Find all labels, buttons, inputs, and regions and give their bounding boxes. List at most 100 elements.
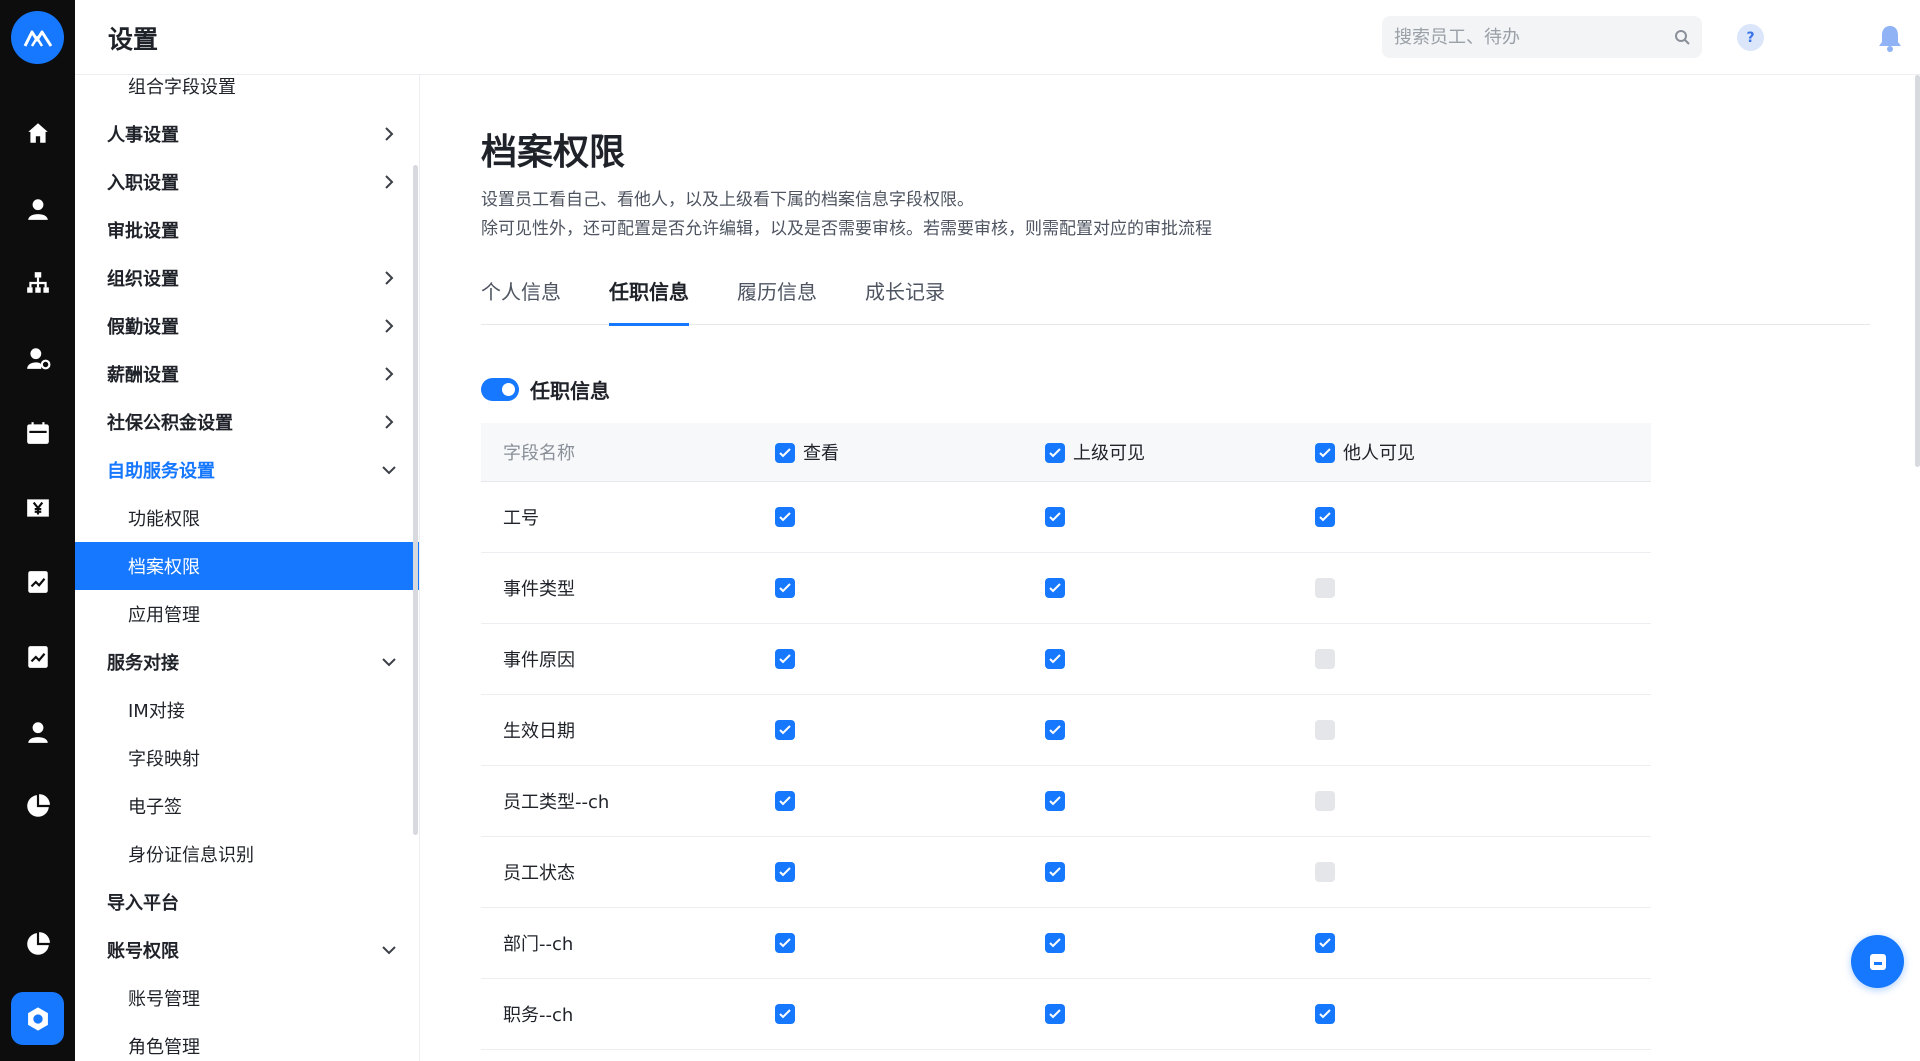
search-icon[interactable] — [1674, 29, 1690, 45]
tab-personal-info[interactable]: 个人信息 — [481, 271, 561, 325]
checkbox-others[interactable] — [1315, 720, 1335, 740]
sidebar-item[interactable]: 自助服务设置 — [75, 446, 419, 494]
tab-bar: 个人信息 任职信息 履历信息 成长记录 — [481, 271, 1870, 326]
header-checkbox-others[interactable] — [1315, 443, 1335, 463]
sidebar-item[interactable]: 人事设置 — [75, 110, 419, 158]
sidebar-item[interactable]: 薪酬设置 — [75, 350, 419, 398]
checkbox-others[interactable] — [1315, 1004, 1335, 1024]
yen-icon[interactable] — [22, 492, 53, 523]
sidebar-item[interactable]: 审批设置 — [75, 206, 419, 254]
sidebar-item-label: 自助服务设置 — [107, 461, 215, 482]
pie-chart-2-icon[interactable] — [22, 928, 53, 959]
chevron-right-icon[interactable] — [380, 269, 398, 287]
main-scrollbar[interactable] — [1915, 75, 1920, 467]
checkbox-view[interactable] — [775, 1004, 795, 1024]
sidebar-item[interactable]: IM对接 — [75, 686, 419, 734]
sidebar-item-label: 入职设置 — [107, 173, 179, 194]
field-name: 员工状态 — [503, 863, 575, 884]
sidebar-item-label: 身份证信息识别 — [128, 845, 254, 866]
sidebar-item[interactable]: 档案权限 — [75, 542, 419, 590]
tab-employment-info[interactable]: 任职信息 — [609, 271, 689, 326]
checkbox-manager[interactable] — [1045, 720, 1065, 740]
home-icon[interactable] — [22, 117, 53, 148]
header-checkbox-manager[interactable] — [1045, 443, 1065, 463]
chevron-down-icon[interactable] — [380, 941, 398, 959]
checkbox-view[interactable] — [775, 862, 795, 882]
field-name: 事件类型 — [503, 579, 575, 600]
sidebar-item-label: 组织设置 — [107, 269, 179, 290]
checkbox-others[interactable] — [1315, 578, 1335, 598]
chevron-right-icon[interactable] — [380, 413, 398, 431]
employee-icon[interactable] — [22, 716, 53, 747]
sidebar-item[interactable]: 身份证信息识别 — [75, 830, 419, 878]
section-toggle[interactable] — [481, 378, 519, 401]
tab-resume-info[interactable]: 履历信息 — [737, 271, 817, 325]
sidebar-item[interactable]: 角色管理 — [75, 1022, 419, 1061]
checkbox-others[interactable] — [1315, 649, 1335, 669]
sidebar-item-label: 导入平台 — [107, 893, 179, 914]
table-row: 部门--ch — [481, 908, 1651, 979]
chevron-down-icon[interactable] — [380, 461, 398, 479]
checkbox-view[interactable] — [775, 507, 795, 527]
tab-growth-record[interactable]: 成长记录 — [865, 271, 945, 325]
sidebar-item[interactable]: 功能权限 — [75, 494, 419, 542]
bell-icon[interactable] — [1877, 24, 1903, 52]
report-icon[interactable] — [22, 566, 53, 597]
checkbox-manager[interactable] — [1045, 862, 1065, 882]
calendar-icon[interactable] — [22, 417, 53, 448]
sidebar-item[interactable]: 账号权限 — [75, 926, 419, 974]
table-row: 工号 — [481, 482, 1651, 553]
chevron-right-icon[interactable] — [380, 365, 398, 383]
help-icon[interactable]: ? — [1737, 24, 1764, 51]
chevron-down-icon[interactable] — [380, 653, 398, 671]
header-checkbox-view[interactable] — [775, 443, 795, 463]
person-icon[interactable] — [22, 193, 53, 224]
chevron-right-icon[interactable] — [380, 173, 398, 191]
sidebar-item[interactable]: 导入平台 — [75, 878, 419, 926]
app-logo-icon[interactable] — [11, 11, 64, 64]
sidebar-item[interactable]: 字段映射 — [75, 734, 419, 782]
checkbox-others[interactable] — [1315, 507, 1335, 527]
checkbox-manager[interactable] — [1045, 1004, 1065, 1024]
report-2-icon[interactable] — [22, 641, 53, 672]
column-header-view: 查看 — [803, 443, 839, 464]
checkbox-view[interactable] — [775, 720, 795, 740]
sidebar-item[interactable]: 组合字段设置 — [75, 75, 419, 110]
settings-icon[interactable] — [11, 992, 64, 1045]
sidebar-item[interactable]: 社保公积金设置 — [75, 398, 419, 446]
sidebar-item[interactable]: 服务对接 — [75, 638, 419, 686]
checkbox-view[interactable] — [775, 791, 795, 811]
field-name: 职务--ch — [503, 1005, 574, 1026]
search-box[interactable] — [1382, 16, 1702, 58]
sidebar-item-label: 电子签 — [128, 797, 182, 818]
chevron-right-icon[interactable] — [380, 125, 398, 143]
user-settings-icon[interactable] — [22, 342, 53, 373]
pie-chart-icon[interactable] — [22, 790, 53, 821]
checkbox-manager[interactable] — [1045, 791, 1065, 811]
checkbox-others[interactable] — [1315, 862, 1335, 882]
checkbox-view[interactable] — [775, 933, 795, 953]
sidebar-item[interactable]: 电子签 — [75, 782, 419, 830]
checkbox-view[interactable] — [775, 578, 795, 598]
checkbox-manager[interactable] — [1045, 578, 1065, 598]
checkbox-others[interactable] — [1315, 933, 1335, 953]
sidebar-scrollbar[interactable] — [413, 165, 418, 835]
sidebar-item[interactable]: 入职设置 — [75, 158, 419, 206]
sidebar-item[interactable]: 账号管理 — [75, 974, 419, 1022]
checkbox-manager[interactable] — [1045, 649, 1065, 669]
sidebar-item[interactable]: 假勤设置 — [75, 302, 419, 350]
checkbox-manager[interactable] — [1045, 933, 1065, 953]
search-input[interactable] — [1382, 16, 1662, 58]
checkbox-view[interactable] — [775, 649, 795, 669]
sidebar-item-label: IM对接 — [128, 701, 185, 722]
sidebar-item[interactable]: 组织设置 — [75, 254, 419, 302]
column-header-field-name: 字段名称 — [503, 443, 575, 464]
checkbox-manager[interactable] — [1045, 507, 1065, 527]
chat-fab-icon[interactable] — [1851, 935, 1904, 988]
sidebar-item[interactable]: 应用管理 — [75, 590, 419, 638]
table-row: 事件原因 — [481, 624, 1651, 695]
org-chart-icon[interactable] — [22, 267, 53, 298]
chevron-right-icon[interactable] — [380, 317, 398, 335]
checkbox-others[interactable] — [1315, 791, 1335, 811]
section-heading: 档案权限 — [481, 132, 626, 173]
